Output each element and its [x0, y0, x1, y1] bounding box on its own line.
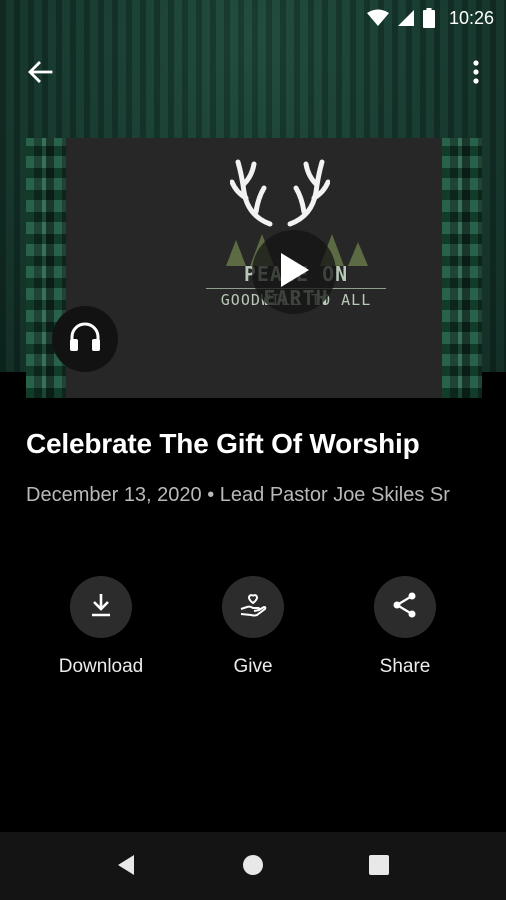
download-icon [88, 592, 114, 623]
action-row: Download Give Share [0, 576, 506, 686]
sermon-title: Celebrate The Gift Of Worship [26, 428, 420, 459]
share-label: Share [379, 656, 431, 677]
back-button[interactable] [22, 60, 58, 88]
arrow-back-icon [27, 60, 53, 89]
plaid-border-right [442, 138, 482, 398]
listen-audio-button[interactable] [52, 306, 118, 372]
sermon-artwork: PEACE ON EARTH GOODWILL TO ALL [66, 138, 442, 398]
status-time: 10:26 [448, 7, 494, 28]
wifi-icon [366, 9, 389, 27]
square-recents-icon [368, 854, 390, 881]
play-icon [277, 251, 311, 294]
share-icon [391, 591, 419, 624]
battery-icon [422, 8, 435, 28]
headphones-icon [68, 321, 102, 358]
circle-home-icon [242, 854, 264, 881]
sermon-date-speaker: December 13, 2020 • Lead Pastor Joe Skil… [26, 484, 450, 506]
sermon-media-card[interactable]: PEACE ON EARTH GOODWILL TO ALL [26, 138, 482, 398]
nav-home-button[interactable] [242, 854, 264, 881]
top-app-bar [0, 50, 506, 98]
download-label: Download [58, 656, 144, 677]
give-button[interactable]: Give [183, 576, 323, 678]
more-options-button[interactable] [464, 58, 488, 90]
triangle-back-icon [116, 854, 136, 881]
give-circle[interactable] [222, 576, 284, 638]
give-label: Give [233, 656, 273, 677]
download-circle[interactable] [70, 576, 132, 638]
nav-back-button[interactable] [116, 854, 136, 881]
cell-signal-icon [397, 9, 415, 27]
share-circle[interactable] [374, 576, 436, 638]
status-bar: 10:26 [0, 0, 506, 36]
download-button[interactable]: Download [31, 576, 171, 678]
nav-recents-button[interactable] [368, 854, 390, 881]
system-navigation-bar [0, 832, 506, 900]
give-heart-hand-icon [238, 591, 268, 624]
antlers-graphic [230, 159, 330, 227]
play-button[interactable] [252, 230, 336, 314]
share-button[interactable]: Share [335, 576, 475, 678]
more-vert-icon [473, 59, 479, 89]
